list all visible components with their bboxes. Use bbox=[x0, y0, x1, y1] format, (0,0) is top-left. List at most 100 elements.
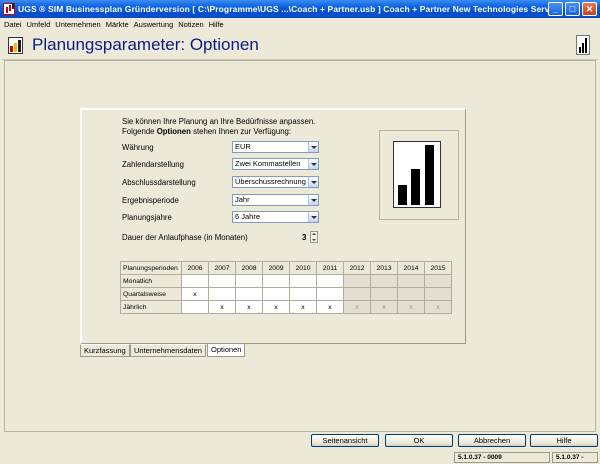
ergebnisperiode-select[interactable]: Jahr bbox=[232, 194, 319, 206]
waehrung-select[interactable]: EUR bbox=[232, 141, 319, 153]
grid-cell: x bbox=[424, 300, 452, 314]
grid-cell bbox=[343, 274, 371, 288]
chart-illustration bbox=[379, 130, 459, 220]
grid-cell[interactable] bbox=[316, 274, 344, 288]
seitenansicht-button[interactable]: Seitenansicht bbox=[311, 434, 379, 447]
status-version: 5.1.0.37 - 0009 bbox=[454, 452, 550, 463]
year-header: 2009 bbox=[262, 261, 290, 275]
planungsjahre-select[interactable]: 6 Jahre bbox=[232, 211, 319, 223]
grid-cell bbox=[424, 274, 452, 288]
year-header: 2013 bbox=[370, 261, 398, 275]
year-header: 2006 bbox=[181, 261, 209, 275]
grid-cell[interactable]: x bbox=[262, 300, 290, 314]
grid-cell[interactable] bbox=[181, 274, 209, 288]
abschlussdarstellung-select[interactable]: Überschussrechnung bbox=[232, 176, 319, 188]
year-header: 2007 bbox=[208, 261, 236, 275]
menu-auswertung[interactable]: Auswertung bbox=[134, 20, 174, 29]
intro-line-2: Folgende Optionen stehen Ihnen zur Verfü… bbox=[122, 127, 292, 136]
planungsjahre-label: Planungsjahre bbox=[122, 213, 172, 222]
maximize-button[interactable]: □ bbox=[565, 2, 580, 16]
page-title: Planungsparameter: Optionen bbox=[32, 35, 259, 54]
grid-cell[interactable] bbox=[262, 274, 290, 288]
year-header: 2010 bbox=[289, 261, 317, 275]
intro-line-1: Sie können Ihre Planung an Ihre Bedürfni… bbox=[122, 117, 316, 126]
hilfe-button[interactable]: Hilfe bbox=[530, 434, 598, 447]
chevron-down-icon[interactable] bbox=[308, 195, 318, 205]
tab-kurzfassung[interactable]: Kurzfassung bbox=[80, 344, 130, 357]
grid-cell[interactable]: x bbox=[208, 300, 236, 314]
menu-maerkte[interactable]: Märkte bbox=[106, 20, 129, 29]
grid-header-row: Planungsperioden 2006 2007 2008 2009 201… bbox=[120, 261, 452, 275]
menu-datei[interactable]: Datei bbox=[4, 20, 22, 29]
chevron-down-icon[interactable] bbox=[308, 142, 318, 152]
grid-row-quartalsweise: Quartalsweise x bbox=[120, 287, 452, 301]
dauer-spinner[interactable] bbox=[310, 231, 318, 243]
grid-cell bbox=[397, 287, 425, 301]
chevron-down-icon[interactable] bbox=[308, 177, 318, 187]
grid-cell[interactable]: x bbox=[181, 287, 209, 301]
chart-logo-icon bbox=[8, 37, 23, 54]
minimize-button[interactable]: _ bbox=[548, 2, 563, 16]
waehrung-label: Währung bbox=[122, 143, 154, 152]
intro-text: Sie können Ihre Planung an Ihre Bedürfni… bbox=[122, 117, 315, 137]
window-title: UGS ® SIM Businessplan Gründerversion [ … bbox=[18, 4, 548, 14]
options-panel: Sie können Ihre Planung an Ihre Bedürfni… bbox=[80, 108, 466, 344]
close-button[interactable]: ✕ bbox=[582, 2, 597, 16]
grid-cell bbox=[424, 287, 452, 301]
row-label: Quartalsweise bbox=[120, 287, 182, 301]
grid-cell: x bbox=[343, 300, 371, 314]
grid-cell bbox=[370, 274, 398, 288]
ergebnisperiode-label: Ergebnisperiode bbox=[122, 196, 179, 205]
tab-optionen[interactable]: Optionen bbox=[207, 343, 245, 357]
dauer-label: Dauer der Anlaufphase (in Monaten) bbox=[122, 233, 248, 242]
footer: Seitenansicht OK Abbrechen Hilfe 5.1.0.3… bbox=[0, 432, 600, 464]
grid-cell[interactable] bbox=[235, 287, 263, 301]
grid-row-jaehrlich: Jährlich x x x x x x x x x bbox=[120, 300, 452, 314]
grid-cell[interactable] bbox=[208, 274, 236, 288]
menu-bar: Datei Umfeld Unternehmen Märkte Auswertu… bbox=[0, 18, 600, 30]
intro-bold: Optionen bbox=[156, 127, 191, 136]
title-bar: UGS ® SIM Businessplan Gründerversion [ … bbox=[0, 0, 600, 18]
grid-cell[interactable] bbox=[289, 274, 317, 288]
grid-cell bbox=[397, 274, 425, 288]
grid-cell: x bbox=[370, 300, 398, 314]
abschlussdarstellung-label: Abschlussdarstellung bbox=[122, 178, 196, 187]
bar-chart-icon bbox=[576, 35, 590, 55]
year-header: 2015 bbox=[424, 261, 452, 275]
status-version-2: 5.1.0.37 - bbox=[552, 452, 598, 463]
grid-cell: x bbox=[397, 300, 425, 314]
year-header: 2008 bbox=[235, 261, 263, 275]
grid-cell[interactable] bbox=[235, 274, 263, 288]
chevron-down-icon[interactable] bbox=[308, 212, 318, 222]
grid-cell bbox=[370, 287, 398, 301]
planungsperioden-grid: Planungsperioden 2006 2007 2008 2009 201… bbox=[120, 261, 452, 314]
row-label: Monatlich bbox=[120, 274, 182, 288]
grid-cell[interactable] bbox=[289, 287, 317, 301]
app-icon bbox=[3, 3, 15, 15]
grid-cell bbox=[343, 287, 371, 301]
year-header: 2012 bbox=[343, 261, 371, 275]
chevron-down-icon[interactable] bbox=[308, 159, 318, 169]
grid-cell[interactable]: x bbox=[235, 300, 263, 314]
menu-hilfe[interactable]: Hilfe bbox=[209, 20, 224, 29]
grid-cell[interactable] bbox=[181, 300, 209, 314]
grid-header-label: Planungsperioden bbox=[120, 261, 182, 275]
page-header: Planungsparameter: Optionen bbox=[2, 30, 598, 60]
menu-notizen[interactable]: Notizen bbox=[178, 20, 203, 29]
row-label: Jährlich bbox=[120, 300, 182, 314]
grid-cell[interactable]: x bbox=[289, 300, 317, 314]
ok-button[interactable]: OK bbox=[385, 434, 453, 447]
dauer-value[interactable]: 3 bbox=[302, 233, 306, 242]
year-header: 2011 bbox=[316, 261, 344, 275]
grid-cell[interactable] bbox=[208, 287, 236, 301]
abbrechen-button[interactable]: Abbrechen bbox=[458, 434, 526, 447]
grid-cell[interactable]: x bbox=[316, 300, 344, 314]
tab-unternehmensdaten[interactable]: Unternehmensdaten bbox=[130, 344, 206, 357]
zahlendarstellung-select[interactable]: Zwei Kommastellen bbox=[232, 158, 319, 170]
bar-chart-icon bbox=[393, 141, 441, 208]
year-header: 2014 bbox=[397, 261, 425, 275]
menu-umfeld[interactable]: Umfeld bbox=[27, 20, 51, 29]
grid-cell[interactable] bbox=[262, 287, 290, 301]
grid-cell[interactable] bbox=[316, 287, 344, 301]
menu-unternehmen[interactable]: Unternehmen bbox=[55, 20, 100, 29]
